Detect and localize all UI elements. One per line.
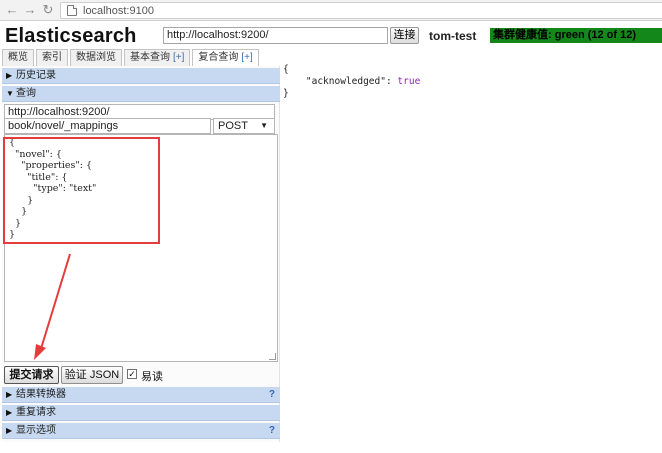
tab-label: 基本查询 xyxy=(130,52,170,63)
tab-label: 数据浏览 xyxy=(76,52,116,63)
page-icon xyxy=(67,5,77,16)
history-label: 历史记录 xyxy=(16,70,56,81)
result-value: true xyxy=(397,76,421,87)
back-arrow-icon[interactable]: ← xyxy=(4,2,20,18)
query-label: 查询 xyxy=(16,88,36,99)
dropdown-arrow-icon: ▼ xyxy=(260,121,268,130)
connection-url-input[interactable]: http://localhost:9200/ xyxy=(163,27,388,44)
tab-label: 索引 xyxy=(42,52,62,63)
highlight-box xyxy=(3,137,160,244)
submit-request-button[interactable]: 提交请求 xyxy=(4,366,59,384)
tab-label: 概览 xyxy=(8,52,28,63)
display-options-header[interactable]: ▶ 显示选项 ? xyxy=(2,423,280,439)
pretty-print-label: 易读 xyxy=(141,371,163,383)
reload-icon[interactable]: ↻ xyxy=(40,2,56,18)
tab-indices[interactable]: 索引 xyxy=(36,49,68,66)
connect-button[interactable]: 连接 xyxy=(390,27,419,44)
expand-triangle-icon: ▶ xyxy=(6,390,13,399)
result-output: { "acknowledged": true } xyxy=(283,64,420,100)
tab-add-button[interactable]: [+] xyxy=(241,52,252,63)
repeat-request-label: 重复请求 xyxy=(16,407,56,418)
resize-handle-icon[interactable] xyxy=(269,353,276,360)
help-icon[interactable]: ? xyxy=(269,423,275,439)
app-title: Elasticsearch xyxy=(5,25,137,47)
browser-toolbar: ← → ↻ localhost:9100 xyxy=(0,0,662,21)
result-transformer-header[interactable]: ▶ 结果转换器 ? xyxy=(2,387,280,403)
forward-arrow-icon[interactable]: → xyxy=(22,2,38,18)
method-select[interactable]: POST ▼ xyxy=(213,118,275,134)
expand-triangle-icon: ▶ xyxy=(6,71,13,80)
repeat-request-header[interactable]: ▶ 重复请求 xyxy=(2,405,280,421)
expand-triangle-icon: ▶ xyxy=(6,426,13,435)
cluster-name: tom-test xyxy=(429,29,477,43)
address-text[interactable]: localhost:9100 xyxy=(83,5,154,17)
history-section-header[interactable]: ▶ 历史记录 xyxy=(2,68,280,84)
tab-label: 复合查询 xyxy=(198,52,239,63)
open-brace: { xyxy=(283,64,289,75)
main-tabs: 概览 索引 数据浏览 基本查询 [+] 复合查询 [+] xyxy=(2,49,261,67)
result-separator: : xyxy=(385,76,398,87)
collapse-triangle-icon: ▼ xyxy=(6,89,14,98)
cluster-health-badge: 集群健康值: green (12 of 12) xyxy=(490,28,662,43)
tab-basic-query[interactable]: 基本查询 [+] xyxy=(124,49,191,66)
expand-triangle-icon: ▶ xyxy=(6,408,13,417)
address-bar[interactable]: localhost:9100 xyxy=(60,2,662,19)
tab-add-button[interactable]: [+] xyxy=(173,52,184,63)
query-section-header[interactable]: ▼ 查询 xyxy=(2,86,280,102)
method-value: POST xyxy=(218,120,248,132)
result-transformer-label: 结果转换器 xyxy=(16,389,66,400)
result-key: "acknowledged" xyxy=(305,76,386,87)
annotation-arrow-icon xyxy=(34,253,71,360)
help-icon[interactable]: ? xyxy=(269,387,275,403)
pretty-print-checkbox[interactable]: ✓ xyxy=(127,369,137,379)
display-options-label: 显示选项 xyxy=(16,425,56,436)
tab-overview[interactable]: 概览 xyxy=(2,49,34,66)
validate-json-button[interactable]: 验证 JSON xyxy=(61,366,123,384)
tab-compound-query[interactable]: 复合查询 [+] xyxy=(192,49,259,67)
path-input[interactable]: book/novel/_mappings xyxy=(4,118,211,134)
tab-browser[interactable]: 数据浏览 xyxy=(70,49,122,66)
close-brace: } xyxy=(283,88,289,99)
